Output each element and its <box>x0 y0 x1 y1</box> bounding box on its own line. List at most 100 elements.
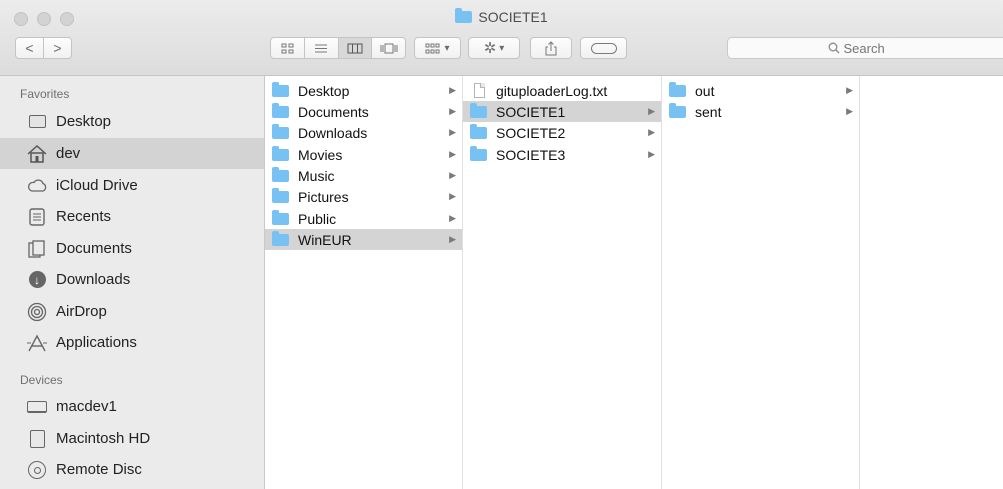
list-item[interactable]: Music ▶ <box>265 165 462 186</box>
chevron-right-icon: ▶ <box>449 170 456 180</box>
chevron-right-icon: ▶ <box>648 127 655 137</box>
disc-icon <box>26 459 48 481</box>
chevron-right-icon: ▶ <box>846 106 853 116</box>
gallery-view-button[interactable] <box>372 38 405 58</box>
folder-icon <box>272 102 289 118</box>
sidebar-item-label: dev <box>56 145 81 162</box>
documents-icon <box>26 238 48 260</box>
list-item[interactable]: Movies ▶ <box>265 144 462 165</box>
sidebar-item-dev[interactable]: dev <box>0 138 264 169</box>
folder-icon <box>455 8 473 23</box>
folder-icon <box>272 187 289 203</box>
hard-drive-icon <box>26 428 48 450</box>
item-label: SOCIETE1 <box>496 103 566 120</box>
sidebar-item-downloads[interactable]: ↓ Downloads <box>0 264 264 295</box>
sidebar-item-label: iCloud Drive <box>56 177 138 194</box>
chevron-down-icon: ▾ <box>499 42 505 54</box>
window-toolbar: SOCIETE1 < > ▾ ✲ ▾ Search <box>0 0 1003 76</box>
column-view-icon <box>347 43 363 53</box>
icon-view-icon <box>281 43 294 53</box>
sidebar-item-label: AirDrop <box>56 303 107 320</box>
cloud-icon <box>26 175 48 197</box>
search-field[interactable] <box>727 37 1003 59</box>
arrange-icon <box>425 43 440 53</box>
tag-icon <box>590 42 617 54</box>
chevron-right-icon: ▶ <box>449 213 456 223</box>
edit-tags-button[interactable] <box>580 37 627 59</box>
sidebar-item-airdrop[interactable]: AirDrop <box>0 296 264 327</box>
chevron-right-icon: ▶ <box>449 191 456 201</box>
list-item[interactable]: SOCIETE3 ▶ <box>463 144 661 165</box>
search-input[interactable] <box>843 40 904 56</box>
sidebar-item-icloud-drive[interactable]: iCloud Drive <box>0 170 264 201</box>
sidebar-item-label: macdev1 <box>56 398 117 415</box>
chevron-down-icon: ▾ <box>444 42 450 54</box>
browser-column-2: gituploaderLog.txt SOCIETE1 ▶ SOCIETE2 ▶… <box>463 76 662 489</box>
item-label: Public <box>298 210 337 227</box>
list-item[interactable]: WinEUR ▶ <box>265 229 462 250</box>
item-label: WinEUR <box>298 231 352 248</box>
item-label: Pictures <box>298 188 349 205</box>
item-label: Documents <box>298 103 369 120</box>
share-icon <box>545 40 557 55</box>
list-item[interactable]: Pictures ▶ <box>265 186 462 207</box>
action-button[interactable]: ✲ ▾ <box>468 37 520 59</box>
list-item[interactable]: Documents ▶ <box>265 101 462 122</box>
chevron-right-icon: ▶ <box>449 149 456 159</box>
list-item[interactable]: Downloads ▶ <box>265 122 462 143</box>
window-title-label: SOCIETE1 <box>478 9 548 25</box>
folder-icon <box>669 81 686 97</box>
view-mode-group <box>270 37 406 59</box>
folder-icon <box>470 123 487 139</box>
sidebar-item-label: Macintosh HD <box>56 430 151 447</box>
sidebar-item-recents[interactable]: Recents <box>0 201 264 232</box>
chevron-right-icon: ▶ <box>846 85 853 95</box>
chevron-right-icon: ▶ <box>449 106 456 116</box>
sidebar-item-label: Desktop <box>56 113 112 130</box>
sidebar-item-applications[interactable]: Applications <box>0 327 264 358</box>
chevron-right-icon: ▶ <box>648 149 655 159</box>
text-file-icon <box>474 83 485 98</box>
list-item[interactable]: SOCIETE2 ▶ <box>463 122 661 143</box>
folder-icon <box>272 145 289 161</box>
item-label: SOCIETE2 <box>496 124 566 141</box>
folder-icon <box>272 230 289 246</box>
navigation-button-group: < > <box>15 37 72 59</box>
folder-icon <box>272 81 289 97</box>
item-label: Music <box>298 167 335 184</box>
list-view-button[interactable] <box>305 38 339 58</box>
item-label: Downloads <box>298 124 368 141</box>
share-button[interactable] <box>530 37 572 59</box>
back-button[interactable]: < <box>16 38 44 58</box>
folder-icon <box>470 145 487 161</box>
folder-icon <box>470 102 487 118</box>
list-item[interactable]: SOCIETE1 ▶ <box>463 101 661 122</box>
sidebar-item-desktop[interactable]: Desktop <box>0 106 264 137</box>
sidebar-item-macintosh-hd[interactable]: Macintosh HD <box>0 423 264 454</box>
window-title: SOCIETE1 <box>0 8 1003 25</box>
column-view-button[interactable] <box>338 38 373 58</box>
icon-view-button[interactable] <box>271 38 305 58</box>
sidebar-item-label: Remote Disc <box>56 461 142 478</box>
arrange-button[interactable]: ▾ <box>414 37 461 59</box>
browser-column-3: out ▶ sent ▶ <box>662 76 860 489</box>
item-label: gituploaderLog.txt <box>496 82 608 99</box>
sidebar-item-macdev1[interactable]: macdev1 <box>0 391 264 422</box>
list-item[interactable]: sent ▶ <box>662 101 859 122</box>
sidebar-item-label: Downloads <box>56 271 131 288</box>
list-item[interactable]: Desktop ▶ <box>265 80 462 101</box>
list-item[interactable]: Public ▶ <box>265 208 462 229</box>
downloads-icon: ↓ <box>26 269 48 291</box>
item-label: sent <box>695 103 722 120</box>
forward-button[interactable]: > <box>44 38 71 58</box>
item-label: Desktop <box>298 82 350 99</box>
item-label: Movies <box>298 146 343 163</box>
item-label: SOCIETE3 <box>496 146 566 163</box>
sidebar-item-remote-disc[interactable]: Remote Disc <box>0 454 264 485</box>
folder-icon <box>272 123 289 139</box>
sidebar-item-documents[interactable]: Documents <box>0 233 264 264</box>
list-item[interactable]: out ▶ <box>662 80 859 101</box>
chevron-right-icon: ▶ <box>449 85 456 95</box>
list-item[interactable]: gituploaderLog.txt <box>463 80 661 101</box>
sidebar-item-label: Applications <box>56 334 137 351</box>
